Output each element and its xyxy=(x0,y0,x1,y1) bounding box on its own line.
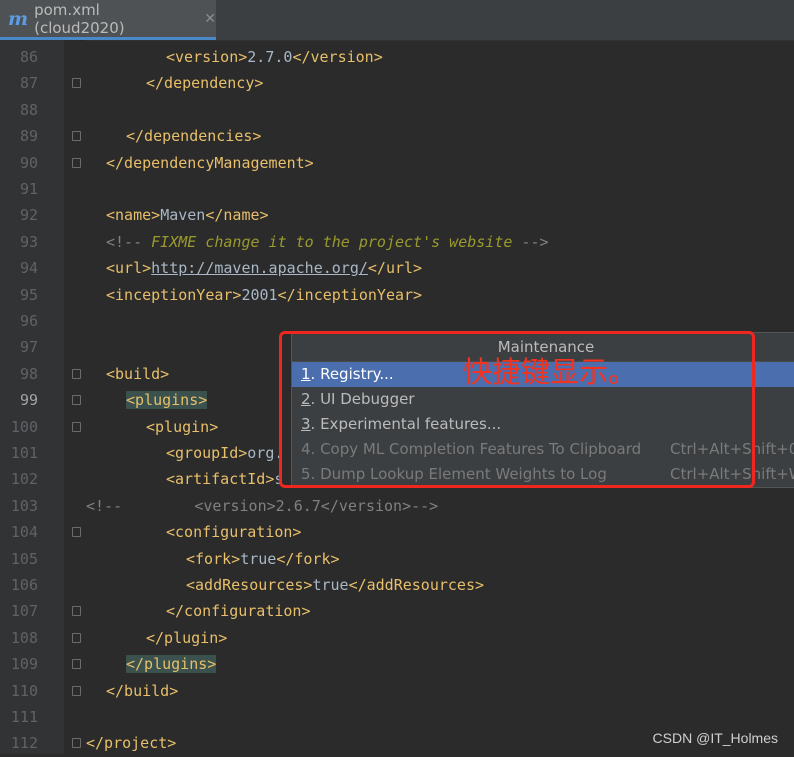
line-number: 105 xyxy=(10,549,38,568)
fold-marker-icon[interactable] xyxy=(72,78,81,89)
popup-menu-item[interactable]: 3. Experimental features... xyxy=(292,412,794,437)
line-number: 92 xyxy=(19,206,38,225)
menu-item-shortcut: Ctrl+Alt+Shift+0 xyxy=(670,440,794,458)
code-text: </plugin> xyxy=(146,628,228,647)
code-text: </dependencies> xyxy=(126,127,262,146)
menu-item-label: 4. Copy ML Completion Features To Clipbo… xyxy=(301,440,642,458)
code-text: <url>http://maven.apache.org/</url> xyxy=(106,259,423,278)
code-line[interactable]: 104 <configuration> xyxy=(0,519,794,545)
code-text: <artifactId>s xyxy=(166,470,284,489)
menu-item-label: 1. Registry... xyxy=(301,365,394,383)
code-text: </build> xyxy=(106,681,179,700)
line-number: 102 xyxy=(10,470,38,489)
fold-marker-icon[interactable] xyxy=(72,659,81,670)
code-text: <addResources>true</addResources> xyxy=(186,576,485,594)
fold-marker-icon[interactable] xyxy=(72,527,81,538)
code-text: <fork>true</fork> xyxy=(186,549,340,568)
popup-menu-item[interactable]: 5. Dump Lookup Element Weights to Log Ctr… xyxy=(292,462,794,487)
code-text: </dependency> xyxy=(146,74,264,93)
code-text: <plugins> xyxy=(126,391,208,410)
line-number: 111 xyxy=(10,708,38,726)
line-number: 100 xyxy=(10,417,38,436)
fold-marker-icon[interactable] xyxy=(72,606,81,617)
code-line[interactable]: 89 </dependencies> xyxy=(0,123,794,149)
code-text: <name>Maven</name> xyxy=(106,206,269,225)
fold-marker-icon[interactable] xyxy=(72,421,81,432)
code-line[interactable]: 108 </plugin> xyxy=(0,625,794,651)
code-text: <plugin> xyxy=(146,417,219,436)
line-number: 112 xyxy=(10,734,38,753)
tab-pom-xml[interactable]: m pom.xml (cloud2020) ✕ xyxy=(0,0,216,40)
code-text: </dependencyManagement> xyxy=(106,153,314,172)
line-number: 109 xyxy=(10,655,38,674)
code-text: <inceptionYear>2001</inceptionYear> xyxy=(106,285,423,304)
code-text: <configuration> xyxy=(166,523,302,542)
code-text: </plugins> xyxy=(126,655,217,674)
fold-marker-icon[interactable] xyxy=(72,395,81,406)
line-number: 96 xyxy=(19,312,38,330)
line-number: 91 xyxy=(19,180,38,198)
line-number: 89 xyxy=(19,127,38,146)
line-number: 87 xyxy=(19,74,38,93)
code-text: <!-- <version>2.6.7</version>--> xyxy=(86,496,439,515)
code-line[interactable]: 107 </configuration> xyxy=(0,598,794,624)
line-number: 93 xyxy=(19,232,38,251)
line-number: 97 xyxy=(19,338,38,357)
annotation-text: 快捷键显示。 xyxy=(463,355,638,389)
code-text: <version>2.7.0</version> xyxy=(166,48,383,66)
code-text: <!-- FIXME change it to the project's we… xyxy=(106,232,549,251)
menu-item-label: 2. UI Debugger xyxy=(301,390,415,408)
menu-item-label: 5. Dump Lookup Element Weights to Log xyxy=(301,465,607,483)
line-number: 101 xyxy=(10,444,38,462)
line-number: 99 xyxy=(19,391,38,410)
line-number: 106 xyxy=(10,576,38,594)
editor-tab-bar: m pom.xml (cloud2020) ✕ xyxy=(0,0,794,41)
tab-title: pom.xml (cloud2020) xyxy=(34,0,125,37)
code-line[interactable]: 95 <inceptionYear>2001</inceptionYear> xyxy=(0,282,794,308)
code-line[interactable]: 103 <!-- <version>2.6.7</version>--> xyxy=(0,493,794,519)
close-icon[interactable]: ✕ xyxy=(204,11,216,27)
popup-menu-item[interactable]: 4. Copy ML Completion Features To Clipbo… xyxy=(292,437,794,462)
line-number: 90 xyxy=(19,153,38,172)
line-number: 104 xyxy=(10,523,38,542)
code-text: </configuration> xyxy=(166,602,311,621)
code-line[interactable]: 91 xyxy=(0,176,794,202)
line-number: 88 xyxy=(19,100,38,119)
code-line[interactable]: 96 xyxy=(0,308,794,334)
code-line[interactable]: 94 <url>http://maven.apache.org/</url> xyxy=(0,255,794,281)
code-line[interactable]: 110 </build> xyxy=(0,678,794,704)
line-number: 108 xyxy=(10,628,38,647)
line-number: 110 xyxy=(10,681,38,700)
code-text: <groupId>org. xyxy=(166,444,284,462)
code-text: </project> xyxy=(86,734,177,753)
code-line[interactable]: 111 xyxy=(0,704,794,730)
menu-item-label: 3. Experimental features... xyxy=(301,415,502,433)
watermark: CSDN @IT_Holmes xyxy=(652,730,778,746)
code-line[interactable]: 92 <name>Maven</name> xyxy=(0,202,794,228)
line-number: 95 xyxy=(19,285,38,304)
menu-item-shortcut: Ctrl+Alt+Shift+W xyxy=(670,465,794,483)
code-text: <build> xyxy=(106,364,170,383)
fold-marker-icon[interactable] xyxy=(72,738,81,749)
line-number: 98 xyxy=(19,364,38,383)
code-line[interactable]: 106 <addResources>true</addResources> xyxy=(0,572,794,598)
line-number: 107 xyxy=(10,602,38,621)
line-number: 94 xyxy=(19,259,38,278)
code-line[interactable]: 109 </plugins> xyxy=(0,651,794,677)
fold-marker-icon[interactable] xyxy=(72,368,81,379)
maven-icon: m xyxy=(8,7,29,30)
fold-marker-icon[interactable] xyxy=(72,157,81,168)
code-line[interactable]: 93 <!-- FIXME change it to the project's … xyxy=(0,229,794,255)
fold-marker-icon[interactable] xyxy=(72,632,81,643)
line-number: 103 xyxy=(10,496,38,515)
code-line[interactable]: 90 </dependencyManagement> xyxy=(0,150,794,176)
line-number: 86 xyxy=(19,48,38,66)
fold-marker-icon[interactable] xyxy=(72,685,81,696)
fold-marker-icon[interactable] xyxy=(72,131,81,142)
code-line[interactable]: 87 </dependency> xyxy=(0,70,794,96)
code-line[interactable]: 86 <version>2.7.0</version> xyxy=(0,44,794,70)
code-line[interactable]: 105 <fork>true</fork> xyxy=(0,546,794,572)
code-line[interactable]: 88 xyxy=(0,97,794,123)
